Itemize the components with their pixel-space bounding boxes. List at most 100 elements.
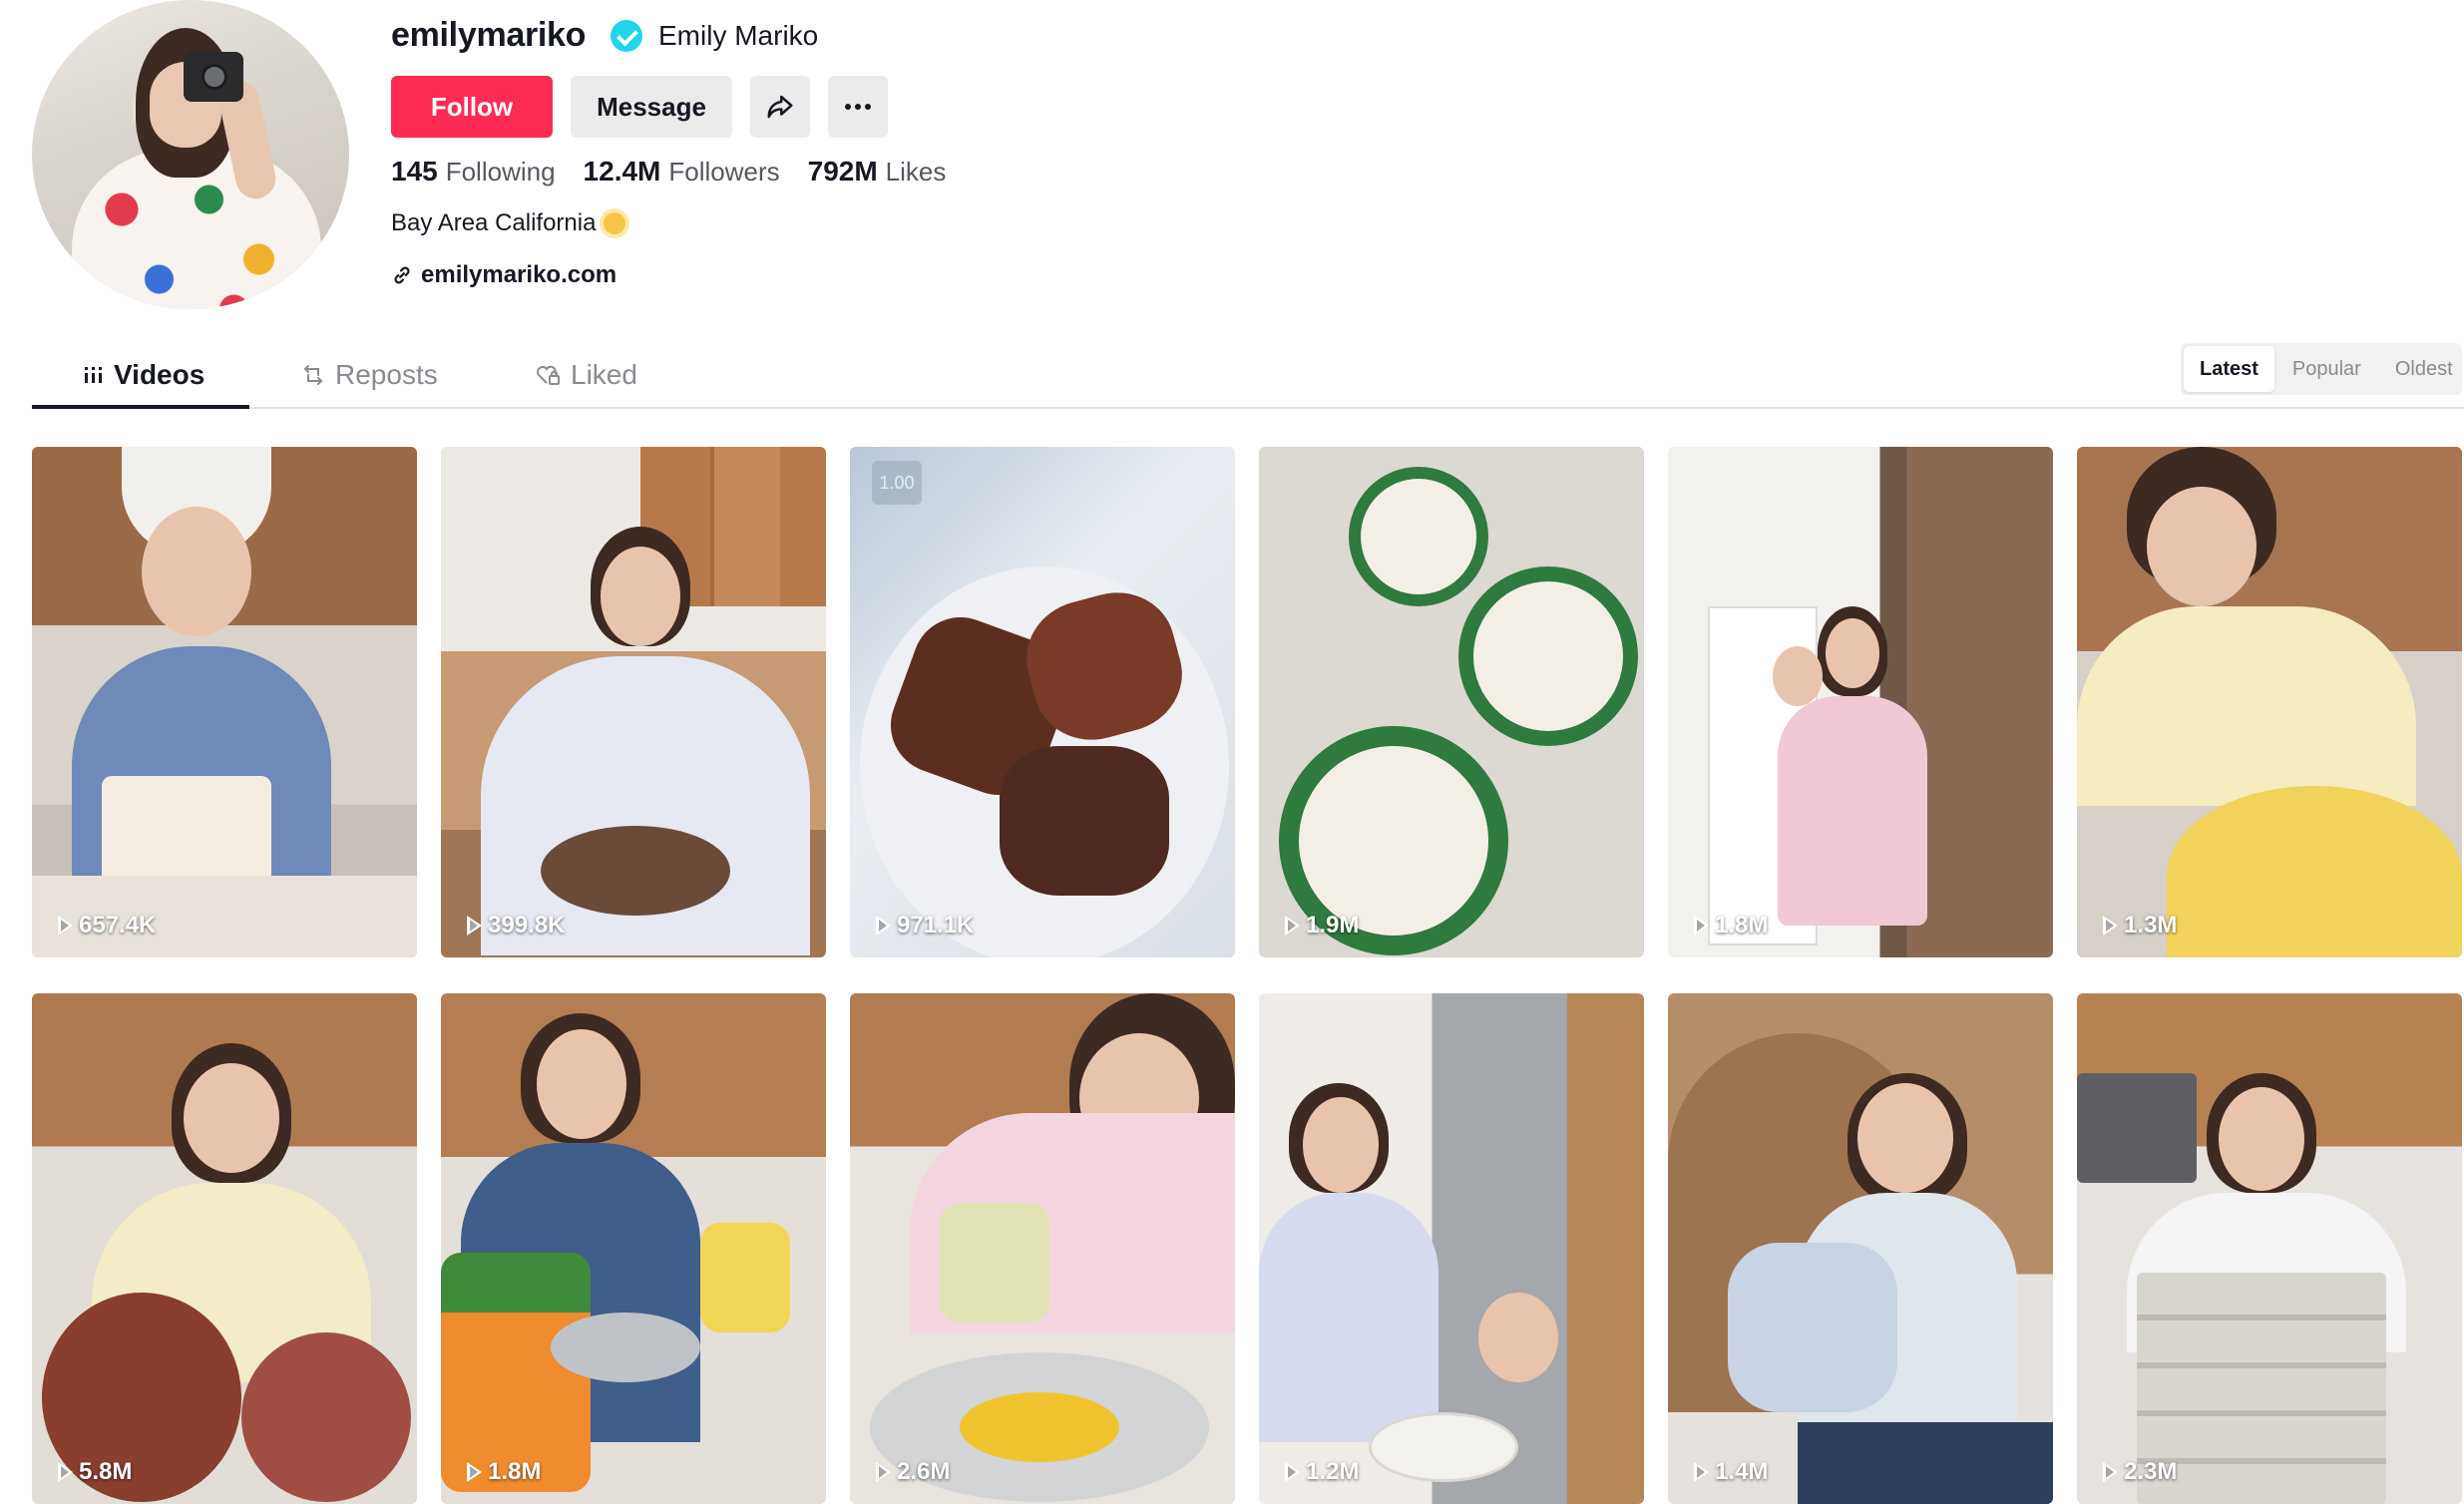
microwave-shape — [2077, 1073, 2197, 1183]
plate-shape — [541, 826, 730, 916]
video-card[interactable]: 1.8M — [1668, 447, 2053, 957]
followers-count: 12.4M — [583, 156, 661, 187]
avatar[interactable] — [32, 0, 349, 309]
profile-tabs: Videos Reposts Liked — [32, 345, 2464, 409]
ham-slice-shape — [1000, 746, 1169, 896]
video-views: 1.2M — [1285, 1458, 1359, 1486]
play-icon — [876, 916, 891, 936]
more-options-button[interactable] — [828, 76, 888, 138]
follow-button[interactable]: Follow — [391, 76, 553, 138]
video-views: 2.6M — [876, 1458, 950, 1486]
video-card[interactable]: 1.00 971.1K — [850, 447, 1235, 957]
view-count: 1.2M — [1306, 1458, 1360, 1485]
followers-label: Followers — [668, 157, 780, 187]
baby-face-shape — [1478, 1293, 1558, 1382]
profile-stats: 145 Following 12.4M Followers 792M Likes — [391, 156, 946, 188]
potato-slices-shape — [2167, 786, 2462, 957]
dress-shape — [1778, 696, 1927, 926]
view-count: 1.3M — [2124, 912, 2178, 939]
video-card[interactable]: 1.9M — [1259, 447, 1644, 957]
plate-shape — [1361, 479, 1476, 594]
play-icon — [2103, 916, 2118, 936]
face-shape — [601, 547, 680, 646]
view-count: 1.4M — [1715, 1458, 1769, 1485]
face-shape — [184, 1063, 279, 1173]
likes-label: Likes — [885, 157, 947, 187]
tab-reposts[interactable]: Reposts — [301, 359, 438, 391]
likes-stat: 792M Likes — [808, 156, 947, 188]
tab-liked[interactable]: Liked — [535, 359, 637, 391]
sun-icon — [604, 212, 626, 234]
bio: Bay Area California — [391, 209, 626, 237]
plate-shape — [1299, 746, 1488, 936]
tab-reposts-label: Reposts — [335, 359, 438, 390]
sort-popular-button[interactable]: Popular — [2276, 346, 2377, 392]
play-icon — [1285, 1462, 1300, 1482]
face-shape — [2147, 487, 2257, 606]
video-card[interactable]: 657.4K — [32, 447, 417, 957]
video-card[interactable]: 5.8M — [32, 993, 417, 1504]
share-button[interactable] — [750, 76, 810, 138]
following-count: 145 — [391, 156, 438, 187]
view-count: 1.8M — [1715, 912, 1769, 939]
play-icon — [58, 1462, 73, 1482]
repost-icon — [303, 365, 323, 385]
verified-badge-icon — [611, 20, 642, 52]
video-card[interactable]: 1.4M — [1668, 993, 2053, 1504]
face-shape — [1826, 618, 1879, 688]
play-icon — [2103, 1462, 2118, 1482]
play-icon — [1694, 916, 1709, 936]
stand-mixer-shape — [700, 1223, 790, 1332]
cake-pan-shape — [551, 1313, 700, 1382]
play-icon — [1694, 1462, 1709, 1482]
view-count: 2.6M — [897, 1458, 951, 1485]
likes-count: 792M — [807, 156, 878, 187]
link-icon — [394, 266, 410, 284]
jeans-shape — [1798, 1422, 2053, 1504]
video-views: 1.8M — [467, 1458, 541, 1486]
video-card[interactable]: 2.3M — [2077, 993, 2462, 1504]
easter-basket-shape — [1728, 1243, 1897, 1412]
sort-oldest-button[interactable]: Oldest — [2379, 346, 2464, 392]
video-card[interactable]: 1.8M — [441, 993, 826, 1504]
profile-link-text: emilymariko.com — [421, 261, 617, 288]
video-views: 1.9M — [1285, 912, 1359, 940]
tab-videos[interactable]: Videos — [84, 359, 205, 391]
face-shape — [1303, 1097, 1379, 1193]
video-views: 971.1K — [876, 912, 974, 940]
sort-latest-button[interactable]: Latest — [2184, 346, 2274, 392]
view-count: 2.3M — [2124, 1458, 2178, 1485]
video-views: 1.4M — [1694, 1458, 1768, 1486]
play-icon — [58, 916, 73, 936]
video-views: 1.3M — [2103, 912, 2177, 940]
camera-lens — [202, 64, 227, 90]
profile-link[interactable]: emilymariko.com — [391, 261, 616, 289]
video-card[interactable]: 2.6M — [850, 993, 1235, 1504]
tab-videos-label: Videos — [114, 359, 205, 390]
view-count: 971.1K — [897, 912, 975, 939]
share-icon — [767, 95, 793, 119]
video-card[interactable]: 1.2M — [1259, 993, 1644, 1504]
video-views: 399.8K — [467, 912, 565, 940]
following-label: Following — [445, 157, 556, 187]
video-card[interactable]: 1.3M — [2077, 447, 2462, 957]
face-shape — [537, 1029, 626, 1139]
face-shape — [142, 507, 251, 636]
followers-stat[interactable]: 12.4M Followers — [584, 156, 780, 188]
glass-shape — [940, 1203, 1049, 1322]
bio-text: Bay Area California — [391, 209, 597, 236]
pajama-shape — [1259, 1193, 1438, 1442]
plate-shape — [1473, 581, 1623, 731]
shirt-shape — [2077, 606, 2416, 806]
message-button[interactable]: Message — [571, 76, 732, 138]
ham-shape — [241, 1332, 411, 1502]
face-shape — [1857, 1083, 1953, 1193]
username: emilymariko — [391, 16, 587, 54]
more-icon — [845, 104, 871, 110]
video-card[interactable]: 399.8K — [441, 447, 826, 957]
play-icon — [1285, 916, 1300, 936]
video-views: 5.8M — [58, 1458, 132, 1486]
view-count: 399.8K — [488, 912, 566, 939]
play-icon — [467, 916, 482, 936]
following-stat[interactable]: 145 Following — [391, 156, 556, 188]
